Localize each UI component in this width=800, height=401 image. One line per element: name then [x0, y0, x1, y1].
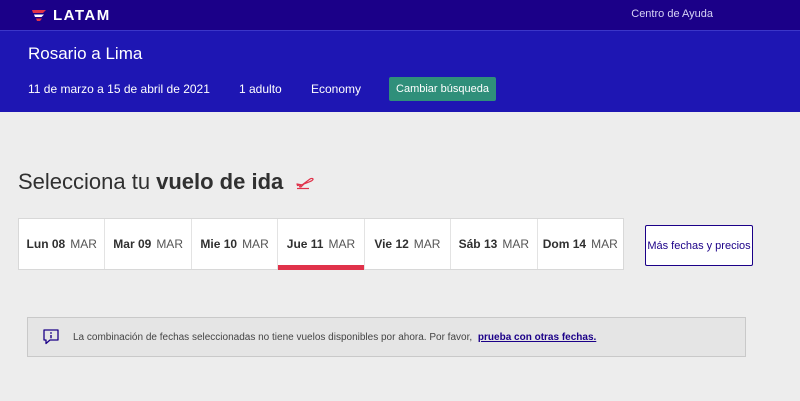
- try-other-dates-link[interactable]: prueba con otras fechas.: [478, 332, 596, 343]
- cabin-class: Economy: [311, 82, 362, 96]
- date-tab-month: MAR: [242, 237, 269, 251]
- date-tab-day: Vie 12: [374, 237, 409, 251]
- title-bold: vuelo de ida: [156, 169, 284, 194]
- plane-takeoff-icon: [296, 177, 314, 190]
- date-tab[interactable]: Sáb 13 MAR: [451, 219, 538, 269]
- change-search-button[interactable]: Cambiar búsqueda: [389, 77, 496, 101]
- date-tab[interactable]: Mar 09 MAR: [105, 219, 192, 269]
- date-tab-month: MAR: [156, 237, 183, 251]
- latam-logo-icon: [32, 10, 46, 21]
- latam-logo[interactable]: LATAM: [30, 6, 111, 24]
- date-selector: Lun 08 MAR Mar 09 MAR Mie 10 MAR Jue 11 …: [18, 218, 624, 270]
- passenger-count: 1 adulto: [239, 82, 282, 96]
- date-tab-day: Dom 14: [542, 237, 587, 251]
- route-title: Rosario a Lima: [28, 44, 143, 63]
- search-summary-header: Rosario a Lima 11 de marzo a 15 de abril…: [0, 30, 800, 112]
- help-center-link[interactable]: Centro de Ayuda: [631, 8, 713, 20]
- title-prefix: Selecciona tu: [18, 169, 151, 194]
- travel-dates: 11 de marzo a 15 de abril de 2021: [28, 82, 210, 96]
- date-tab[interactable]: Vie 12 MAR: [365, 219, 452, 269]
- date-tab-day: Jue 11: [286, 237, 324, 251]
- date-tab[interactable]: Dom 14 MAR: [538, 219, 623, 269]
- date-tab-month: MAR: [502, 237, 529, 251]
- more-dates-button[interactable]: Más fechas y precios: [645, 225, 753, 266]
- date-tab-month: MAR: [328, 237, 356, 251]
- notice-message: La combinación de fechas seleccionadas n…: [73, 332, 596, 343]
- date-tab-day: Mie 10: [200, 237, 238, 251]
- date-tab[interactable]: Mie 10 MAR: [192, 219, 279, 269]
- info-chat-icon: [43, 329, 59, 345]
- date-tab-day: Mar 09: [113, 237, 152, 251]
- date-tab-month: MAR: [591, 237, 618, 251]
- date-tab-month: MAR: [413, 237, 441, 251]
- date-tab-day: Lun 08: [26, 237, 66, 251]
- date-tab[interactable]: Lun 08 MAR: [19, 219, 106, 269]
- page-title: Selecciona tu vuelo de ida: [18, 169, 315, 195]
- top-bar: LATAM Centro de Ayuda: [0, 0, 800, 30]
- date-tab-day: Sáb 13: [458, 237, 498, 251]
- date-tab-month: MAR: [70, 237, 97, 251]
- date-tab-selected[interactable]: Jue 11 MAR: [278, 219, 365, 270]
- no-flights-notice: La combinación de fechas seleccionadas n…: [27, 317, 746, 357]
- notice-text: La combinación de fechas seleccionadas n…: [73, 331, 473, 343]
- brand-name: LATAM: [53, 6, 111, 24]
